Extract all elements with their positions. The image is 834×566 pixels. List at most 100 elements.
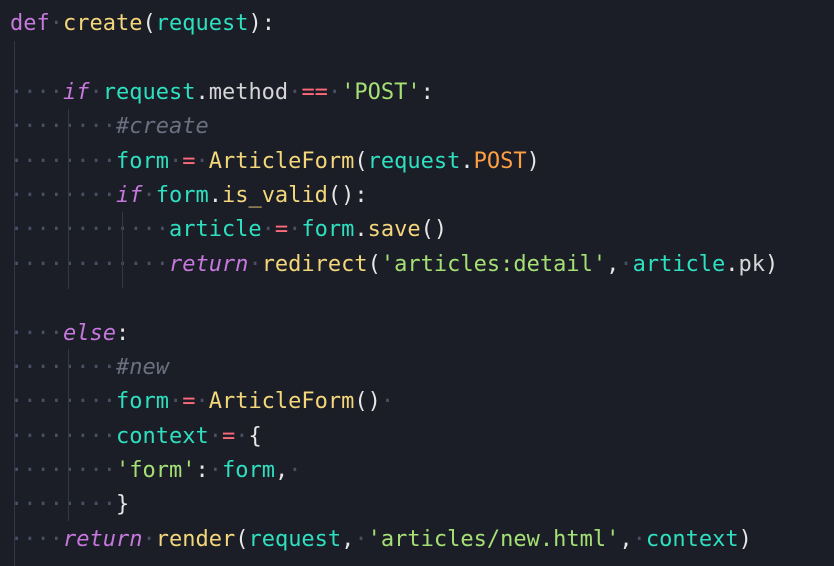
code-line[interactable] xyxy=(10,282,834,316)
code-token: (): xyxy=(327,182,368,208)
code-token: form xyxy=(221,458,275,484)
whitespace-dots: ········ xyxy=(10,458,116,484)
code-token: if xyxy=(62,79,90,105)
code-token: form xyxy=(115,389,169,415)
code-token: 'form' xyxy=(115,458,196,484)
whitespace-dots: · xyxy=(195,389,209,415)
code-token: article xyxy=(168,217,262,243)
code-token: 'POST' xyxy=(341,79,421,105)
code-token: ( xyxy=(367,251,381,277)
code-line[interactable]: ····if·request.method·==·'POST': xyxy=(10,76,834,110)
code-token: method xyxy=(208,79,289,105)
whitespace-dots: · xyxy=(327,79,342,105)
code-token: ArticleForm xyxy=(208,148,355,174)
code-line[interactable]: ········'form':·form,· xyxy=(10,454,834,488)
whitespace-dots: · xyxy=(89,79,103,105)
code-token: def xyxy=(10,11,50,36)
code-token: : xyxy=(420,79,434,105)
code-line[interactable]: ············return·redirect('articles:de… xyxy=(10,248,834,282)
code-token: ) xyxy=(738,526,752,552)
whitespace-dots: ············ xyxy=(10,251,169,277)
code-token: create xyxy=(63,11,143,36)
code-token: } xyxy=(115,492,130,518)
code-line[interactable]: ············article·=·form.save() xyxy=(10,213,834,247)
whitespace-dots: ···· xyxy=(10,320,63,346)
code-line[interactable]: ········} xyxy=(10,488,834,522)
code-token: . xyxy=(195,79,209,105)
whitespace-dots: · xyxy=(208,458,222,484)
whitespace-dots: ············ xyxy=(10,217,169,243)
whitespace-dots: ········ xyxy=(10,182,116,208)
code-token: 'articles/new.html' xyxy=(367,526,620,552)
code-token: . xyxy=(725,251,739,277)
code-token: : xyxy=(195,458,209,484)
code-token: = xyxy=(182,389,196,415)
code-token: = xyxy=(182,148,196,174)
indent-guide xyxy=(68,109,69,289)
whitespace-dots: · xyxy=(248,251,262,277)
whitespace-dots: ········ xyxy=(10,423,116,449)
whitespace-dots: ···· xyxy=(10,526,63,552)
code-token: == xyxy=(301,79,328,105)
whitespace-dots: ········ xyxy=(10,354,116,380)
code-token: return xyxy=(62,526,143,552)
code-token: ) xyxy=(765,251,779,277)
whitespace-dots: ········ xyxy=(10,148,116,174)
code-token: request xyxy=(102,79,196,105)
whitespace-dots: · xyxy=(380,389,395,415)
whitespace-dots: · xyxy=(619,251,633,277)
code-token: article xyxy=(632,251,726,277)
whitespace-dots: · xyxy=(168,389,183,415)
whitespace-dots: · xyxy=(195,148,209,174)
code-line[interactable]: ········#new xyxy=(10,351,834,385)
whitespace-dots: · xyxy=(354,526,368,552)
code-line[interactable]: ····else: xyxy=(10,317,834,351)
code-token: #create xyxy=(115,114,209,140)
code-token: () xyxy=(420,217,448,243)
code-token: { xyxy=(248,423,262,449)
code-token: , xyxy=(341,526,355,552)
code-token: ): xyxy=(248,11,275,36)
code-token: : xyxy=(115,320,130,346)
code-token: redirect xyxy=(261,251,368,277)
code-line[interactable]: def·create(request): xyxy=(10,7,834,41)
code-editor[interactable]: def·create(request): ····if·request.metho… xyxy=(0,0,834,566)
code-lines[interactable]: def·create(request): ····if·request.metho… xyxy=(10,7,834,557)
whitespace-dots: · xyxy=(288,217,302,243)
code-line[interactable]: ········context·=·{ xyxy=(10,420,834,454)
code-token: ( xyxy=(235,526,249,552)
code-token: form xyxy=(301,217,355,243)
code-token: POST xyxy=(473,148,527,174)
code-line[interactable]: ····return·render(request,·'articles/new… xyxy=(10,523,834,557)
whitespace-dots: · xyxy=(288,458,302,484)
whitespace-dots: ···· xyxy=(10,79,63,105)
code-token: request xyxy=(155,11,249,36)
code-token: form xyxy=(155,182,209,208)
code-token: . xyxy=(208,182,222,208)
code-token: render xyxy=(155,526,236,552)
code-token: . xyxy=(460,148,474,174)
whitespace-dots: · xyxy=(208,423,222,449)
code-token: () xyxy=(354,389,381,415)
code-token: , xyxy=(619,526,633,552)
code-line[interactable]: ········if·form.is_valid(): xyxy=(10,179,834,213)
code-line[interactable]: ········form·=·ArticleForm(request.POST) xyxy=(10,145,834,179)
code-token: context xyxy=(115,423,209,449)
code-token: #new xyxy=(115,354,169,380)
indent-guide xyxy=(68,349,69,521)
whitespace-dots: ········ xyxy=(10,492,116,518)
code-token: ) xyxy=(526,148,540,174)
code-token: = xyxy=(221,423,236,449)
code-token: request xyxy=(248,526,342,552)
whitespace-dots: ········ xyxy=(10,114,116,140)
code-token: ArticleForm xyxy=(208,389,355,415)
whitespace-dots: · xyxy=(235,423,249,449)
indent-guide xyxy=(122,212,123,288)
code-line[interactable]: ········#create xyxy=(10,110,834,144)
code-token: ( xyxy=(142,11,156,36)
code-line[interactable] xyxy=(10,41,834,75)
code-token: request xyxy=(367,148,461,174)
code-token: , xyxy=(606,251,620,277)
code-line[interactable]: ········form·=·ArticleForm()· xyxy=(10,385,834,419)
code-token: if xyxy=(115,182,143,208)
